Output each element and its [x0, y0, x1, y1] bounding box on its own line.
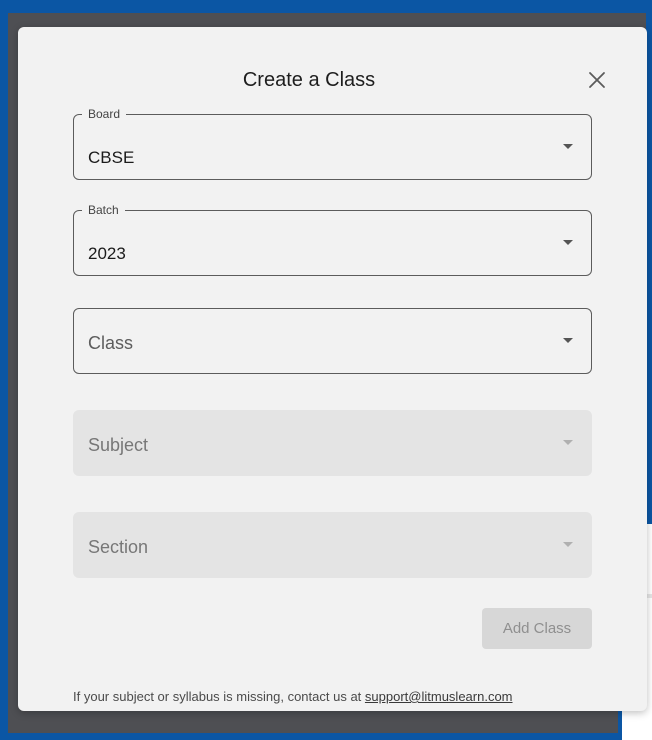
chevron-down-icon — [563, 338, 573, 343]
batch-value: 2023 — [88, 244, 126, 263]
board-value: CBSE — [88, 148, 135, 167]
subject-select[interactable]: Subject — [73, 410, 592, 476]
chevron-down-icon — [563, 144, 573, 149]
class-placeholder: Class — [88, 333, 134, 353]
dialog-title: Create a Class — [242, 69, 376, 91]
support-email-link[interactable]: support@litmuslearn.com — [365, 689, 513, 704]
class-select[interactable]: Class — [73, 308, 592, 374]
create-class-dialog: Create a Class Board CBSE Batch 2023 Cla… — [18, 27, 647, 711]
chevron-down-icon — [563, 240, 573, 245]
add-class-button[interactable]: Add Class — [482, 608, 592, 649]
batch-select[interactable]: Batch 2023 — [73, 202, 592, 276]
batch-label: Batch — [82, 202, 125, 218]
section-placeholder: Section — [88, 537, 149, 557]
section-select[interactable]: Section — [73, 512, 592, 578]
close-icon[interactable] — [585, 68, 609, 92]
board-label: Board — [82, 106, 127, 122]
chevron-down-icon — [563, 542, 573, 547]
subject-placeholder: Subject — [88, 435, 149, 455]
chevron-down-icon — [563, 440, 573, 445]
footer-note: If your subject or syllabus is missing, … — [73, 689, 513, 704]
board-select[interactable]: Board CBSE — [73, 106, 592, 180]
footer-text: If your subject or syllabus is missing, … — [73, 689, 362, 704]
